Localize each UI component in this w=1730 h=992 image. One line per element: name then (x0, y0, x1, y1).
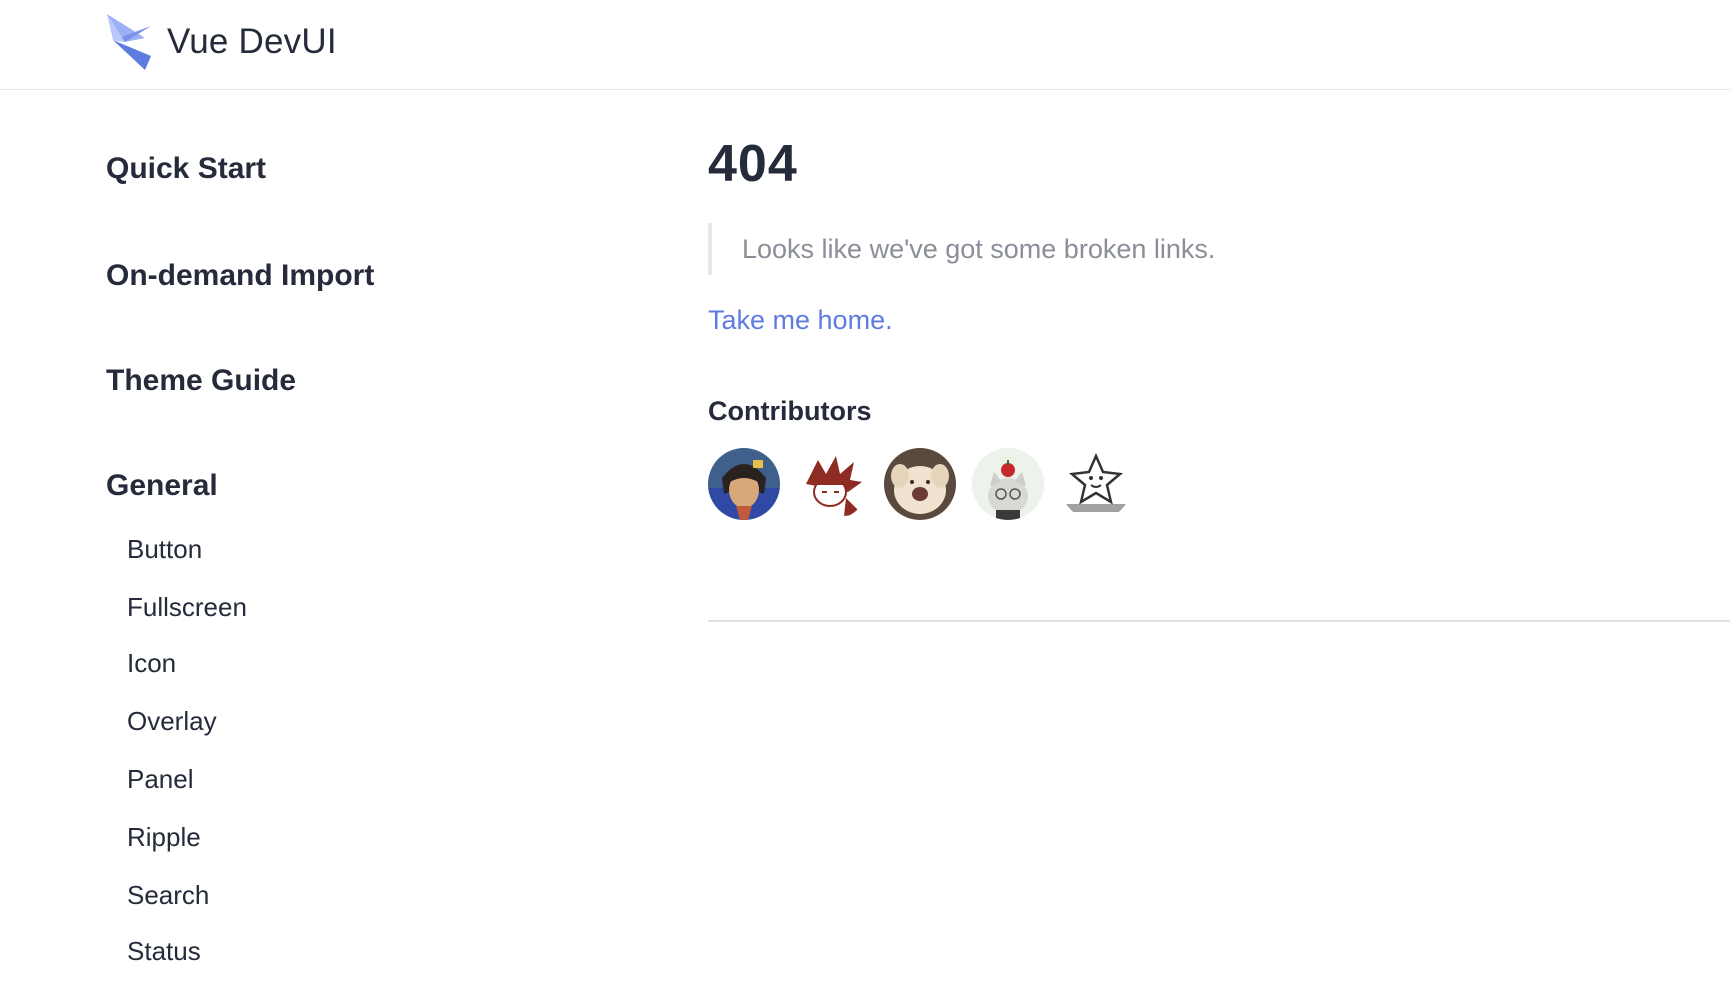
star-sticker-avatar-icon[interactable] (1060, 448, 1132, 520)
sidebar-group-quick-start[interactable]: Quick Start (106, 152, 266, 186)
sidebar-item-ripple[interactable]: Ripple (127, 822, 201, 853)
sidebar-item-panel[interactable]: Panel (127, 764, 194, 795)
contributors-title: Contributors (708, 396, 872, 426)
sidebar-item-button[interactable]: Button (127, 534, 202, 565)
error-quote: Looks like we've got some broken links. (708, 223, 1215, 275)
sidebar-item-status[interactable]: Status (127, 936, 201, 967)
puppy-avatar-icon[interactable] (884, 448, 956, 520)
devui-logo-icon (105, 12, 153, 72)
cat-with-apple-avatar-icon[interactable] (972, 448, 1044, 520)
page-title: 404 (708, 135, 798, 193)
sidebar-item-icon[interactable]: Icon (127, 648, 176, 679)
content-divider (708, 620, 1730, 622)
top-navbar: Vue DevUI (0, 0, 1730, 90)
naruto-sketch-avatar-icon[interactable] (796, 448, 868, 520)
sidebar-item-search[interactable]: Search (127, 880, 209, 911)
contributors-list (708, 448, 1148, 522)
anime-portrait-avatar-icon[interactable] (708, 448, 780, 520)
take-me-home-link[interactable]: Take me home. (708, 305, 893, 336)
sidebar: Quick Start On-demand Import Theme Guide… (106, 90, 666, 992)
sidebar-group-general[interactable]: General (106, 469, 218, 503)
sidebar-group-theme-guide[interactable]: Theme Guide (106, 364, 296, 398)
error-message: Looks like we've got some broken links. (742, 233, 1216, 264)
sidebar-item-overlay[interactable]: Overlay (127, 706, 217, 737)
sidebar-group-on-demand-import[interactable]: On-demand Import (106, 259, 374, 293)
main-content: 404 Looks like we've got some broken lin… (708, 90, 1730, 992)
sidebar-item-fullscreen[interactable]: Fullscreen (127, 592, 247, 623)
brand-title: Vue DevUI (167, 22, 337, 61)
brand-home-link[interactable]: Vue DevUI (105, 12, 337, 72)
